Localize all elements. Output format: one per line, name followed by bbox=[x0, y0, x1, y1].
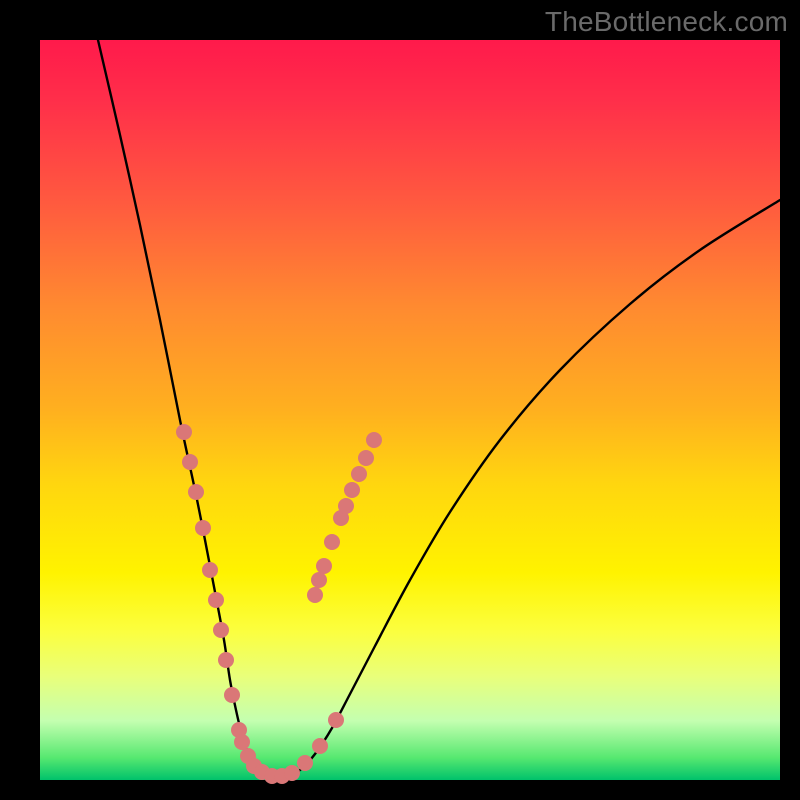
bottleneck-curve bbox=[98, 40, 780, 777]
highlight-dot bbox=[358, 450, 374, 466]
highlight-dot bbox=[234, 734, 250, 750]
highlight-dot bbox=[188, 484, 204, 500]
highlight-dot bbox=[316, 558, 332, 574]
highlight-dot bbox=[176, 424, 192, 440]
plot-area bbox=[40, 40, 780, 780]
highlight-dot bbox=[202, 562, 218, 578]
highlight-dot bbox=[307, 587, 323, 603]
highlight-dot bbox=[213, 622, 229, 638]
highlight-dot bbox=[328, 712, 344, 728]
highlight-dot bbox=[344, 482, 360, 498]
highlight-dot bbox=[218, 652, 234, 668]
highlight-dot bbox=[182, 454, 198, 470]
highlight-dot bbox=[284, 765, 300, 781]
highlight-dot bbox=[324, 534, 340, 550]
highlight-dot bbox=[312, 738, 328, 754]
highlight-dot bbox=[366, 432, 382, 448]
highlight-dot bbox=[297, 755, 313, 771]
highlight-dot bbox=[224, 687, 240, 703]
curve-svg bbox=[40, 40, 780, 780]
watermark-text: TheBottleneck.com bbox=[545, 6, 788, 38]
highlight-dots-group bbox=[176, 424, 382, 784]
chart-container: TheBottleneck.com bbox=[0, 0, 800, 800]
highlight-dot bbox=[208, 592, 224, 608]
highlight-dot bbox=[311, 572, 327, 588]
highlight-dot bbox=[195, 520, 211, 536]
highlight-dot bbox=[338, 498, 354, 514]
highlight-dot bbox=[351, 466, 367, 482]
